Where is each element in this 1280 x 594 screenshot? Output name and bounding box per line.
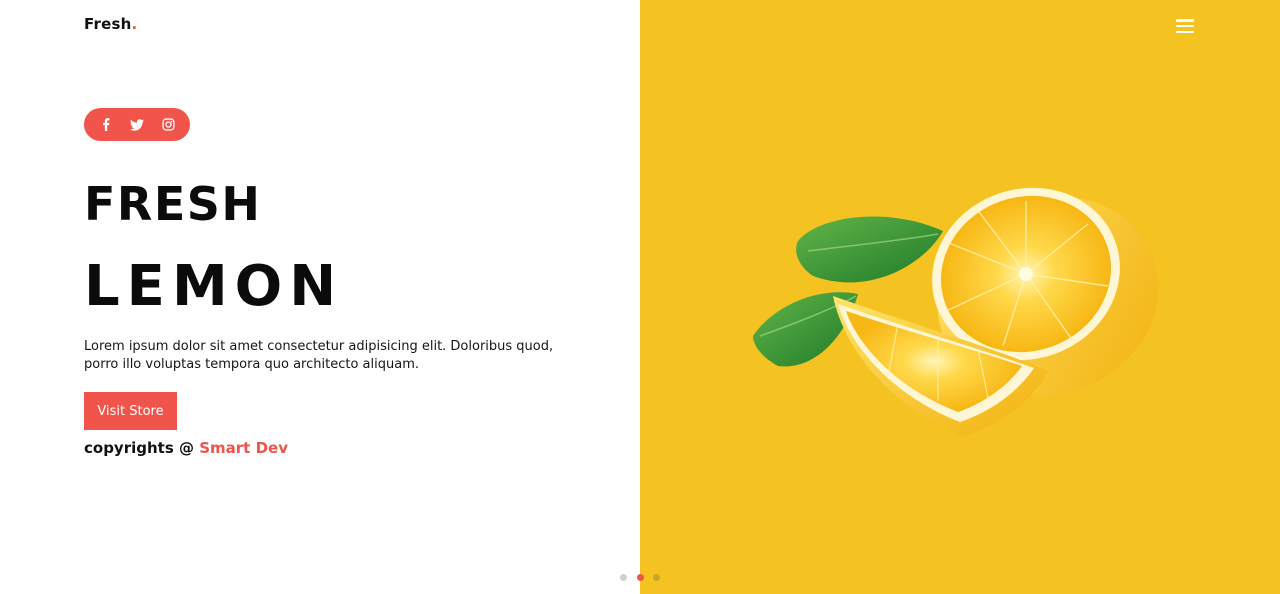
twitter-icon[interactable] <box>126 114 148 136</box>
slider-dot-1[interactable] <box>620 573 627 581</box>
slider-pagination <box>620 573 660 581</box>
facebook-icon[interactable] <box>95 114 117 136</box>
left-panel: Fresh. FRESH LEMON Lorem ipsum dolor sit… <box>0 0 640 594</box>
copyright-brand-link[interactable]: Smart Dev <box>199 439 288 457</box>
copyright-text: copyrights @ Smart Dev <box>84 439 288 457</box>
slider-dot-2[interactable] <box>636 573 644 581</box>
slider-dot-3[interactable] <box>653 573 660 581</box>
social-links <box>84 108 190 141</box>
lemon-image <box>753 187 1159 436</box>
hero-title-line2: LEMON <box>84 254 344 319</box>
copyright-prefix: copyrights @ <box>84 439 194 457</box>
menu-bar <box>1176 30 1194 33</box>
logo-dot: . <box>131 15 138 33</box>
logo-text: Fresh <box>84 15 132 33</box>
menu-bar <box>1176 24 1194 28</box>
hero-title-line1: FRESH <box>84 177 262 231</box>
hero-description: Lorem ipsum dolor sit amet consectetur a… <box>84 339 554 372</box>
page: Fresh. FRESH LEMON Lorem ipsum dolor sit… <box>0 0 1280 594</box>
hamburger-menu-icon[interactable] <box>1176 18 1194 34</box>
menu-bar <box>1176 19 1194 22</box>
right-panel <box>640 0 1280 594</box>
site-logo[interactable]: Fresh. <box>84 15 137 33</box>
instagram-icon[interactable] <box>157 114 179 136</box>
visit-store-button[interactable]: Visit Store <box>84 392 177 430</box>
